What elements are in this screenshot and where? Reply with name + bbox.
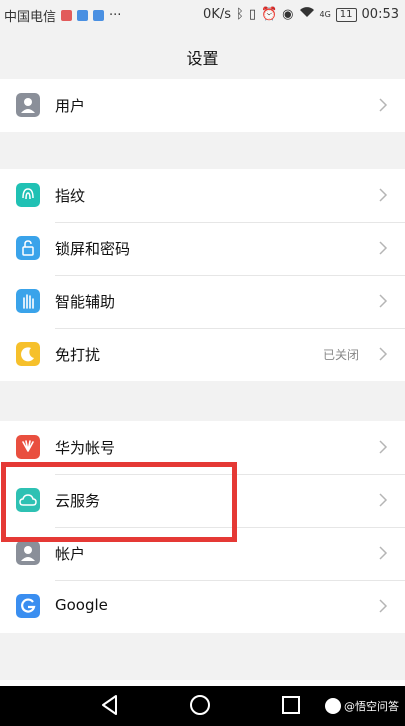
recents-icon[interactable] xyxy=(281,694,301,716)
chevron-right-icon xyxy=(379,440,388,454)
battery-indicator: 11 xyxy=(335,7,357,22)
settings-item-label: 指纹 xyxy=(55,187,86,205)
settings-item-label: 免打扰 xyxy=(55,346,101,364)
lock-icon xyxy=(16,236,40,260)
settings-item-label: 锁屏和密码 xyxy=(55,240,131,258)
chevron-right-icon xyxy=(379,493,388,507)
dnd-status-value: 已关闭 xyxy=(322,348,359,362)
wukong-logo-icon xyxy=(325,698,341,714)
highlight-box xyxy=(1,462,237,542)
bluetooth-icon: ᛒ xyxy=(236,6,244,22)
vibrate-icon: ▯ xyxy=(248,6,256,22)
watermark-text: @悟空问答 xyxy=(344,700,399,713)
settings-item-google[interactable]: Google xyxy=(0,580,405,633)
navigation-bar: @悟空问答 xyxy=(0,686,405,726)
google-icon xyxy=(16,594,40,618)
wifi-icon xyxy=(299,6,315,23)
notification-app-icon xyxy=(61,10,73,21)
battery-level: 11 xyxy=(339,8,353,20)
alarm-icon: ⏰ xyxy=(260,6,278,22)
status-bar: 中国电信 ··· 0K/s ᛒ ▯ ⏰ ◉ 4G 11 00:53 xyxy=(0,0,405,30)
hand-icon xyxy=(16,289,40,313)
settings-item-do-not-disturb[interactable]: 免打扰 已关闭 xyxy=(0,328,405,381)
settings-item-label: 华为帐号 xyxy=(55,439,116,457)
chevron-right-icon xyxy=(379,599,388,613)
settings-group-user: 用户 xyxy=(0,79,405,132)
notification-gallery-icon xyxy=(93,10,105,21)
chevron-right-icon xyxy=(379,294,388,308)
settings-item-label: 用户 xyxy=(55,97,86,115)
chevron-right-icon xyxy=(379,188,388,202)
account-icon xyxy=(16,541,40,565)
chevron-right-icon xyxy=(379,98,388,112)
title-bar: 设置 xyxy=(0,30,405,80)
settings-item-fingerprint[interactable]: 指纹 xyxy=(0,169,405,222)
settings-item-user[interactable]: 用户 xyxy=(0,79,405,132)
chevron-right-icon xyxy=(379,241,388,255)
home-icon[interactable] xyxy=(189,694,211,716)
settings-group-security: 指纹 锁屏和密码 智能辅助 免打扰 已关闭 xyxy=(0,169,405,381)
back-icon[interactable] xyxy=(100,694,120,716)
settings-item-label: 帐户 xyxy=(55,545,86,563)
settings-item-label: Google xyxy=(55,596,108,614)
eye-comfort-icon: ◉ xyxy=(282,6,294,22)
network-type: 4G xyxy=(319,9,331,19)
watermark: @悟空问答 xyxy=(325,698,399,714)
page-title: 设置 xyxy=(186,49,219,68)
fingerprint-icon xyxy=(16,183,40,207)
notification-sports-icon xyxy=(77,10,89,21)
more-notifications-icon: ··· xyxy=(109,7,122,23)
huawei-icon xyxy=(16,435,40,459)
network-speed: 0K/s xyxy=(203,7,231,22)
settings-item-lock-screen[interactable]: 锁屏和密码 xyxy=(0,222,405,275)
clock: 00:53 xyxy=(361,7,399,22)
chevron-right-icon xyxy=(379,347,388,361)
user-icon xyxy=(16,93,40,117)
carrier-label: 中国电信 xyxy=(4,10,57,25)
settings-item-smart-assist[interactable]: 智能辅助 xyxy=(0,275,405,328)
settings-item-label: 智能辅助 xyxy=(55,293,116,311)
chevron-right-icon xyxy=(379,546,388,560)
moon-icon xyxy=(16,342,40,366)
